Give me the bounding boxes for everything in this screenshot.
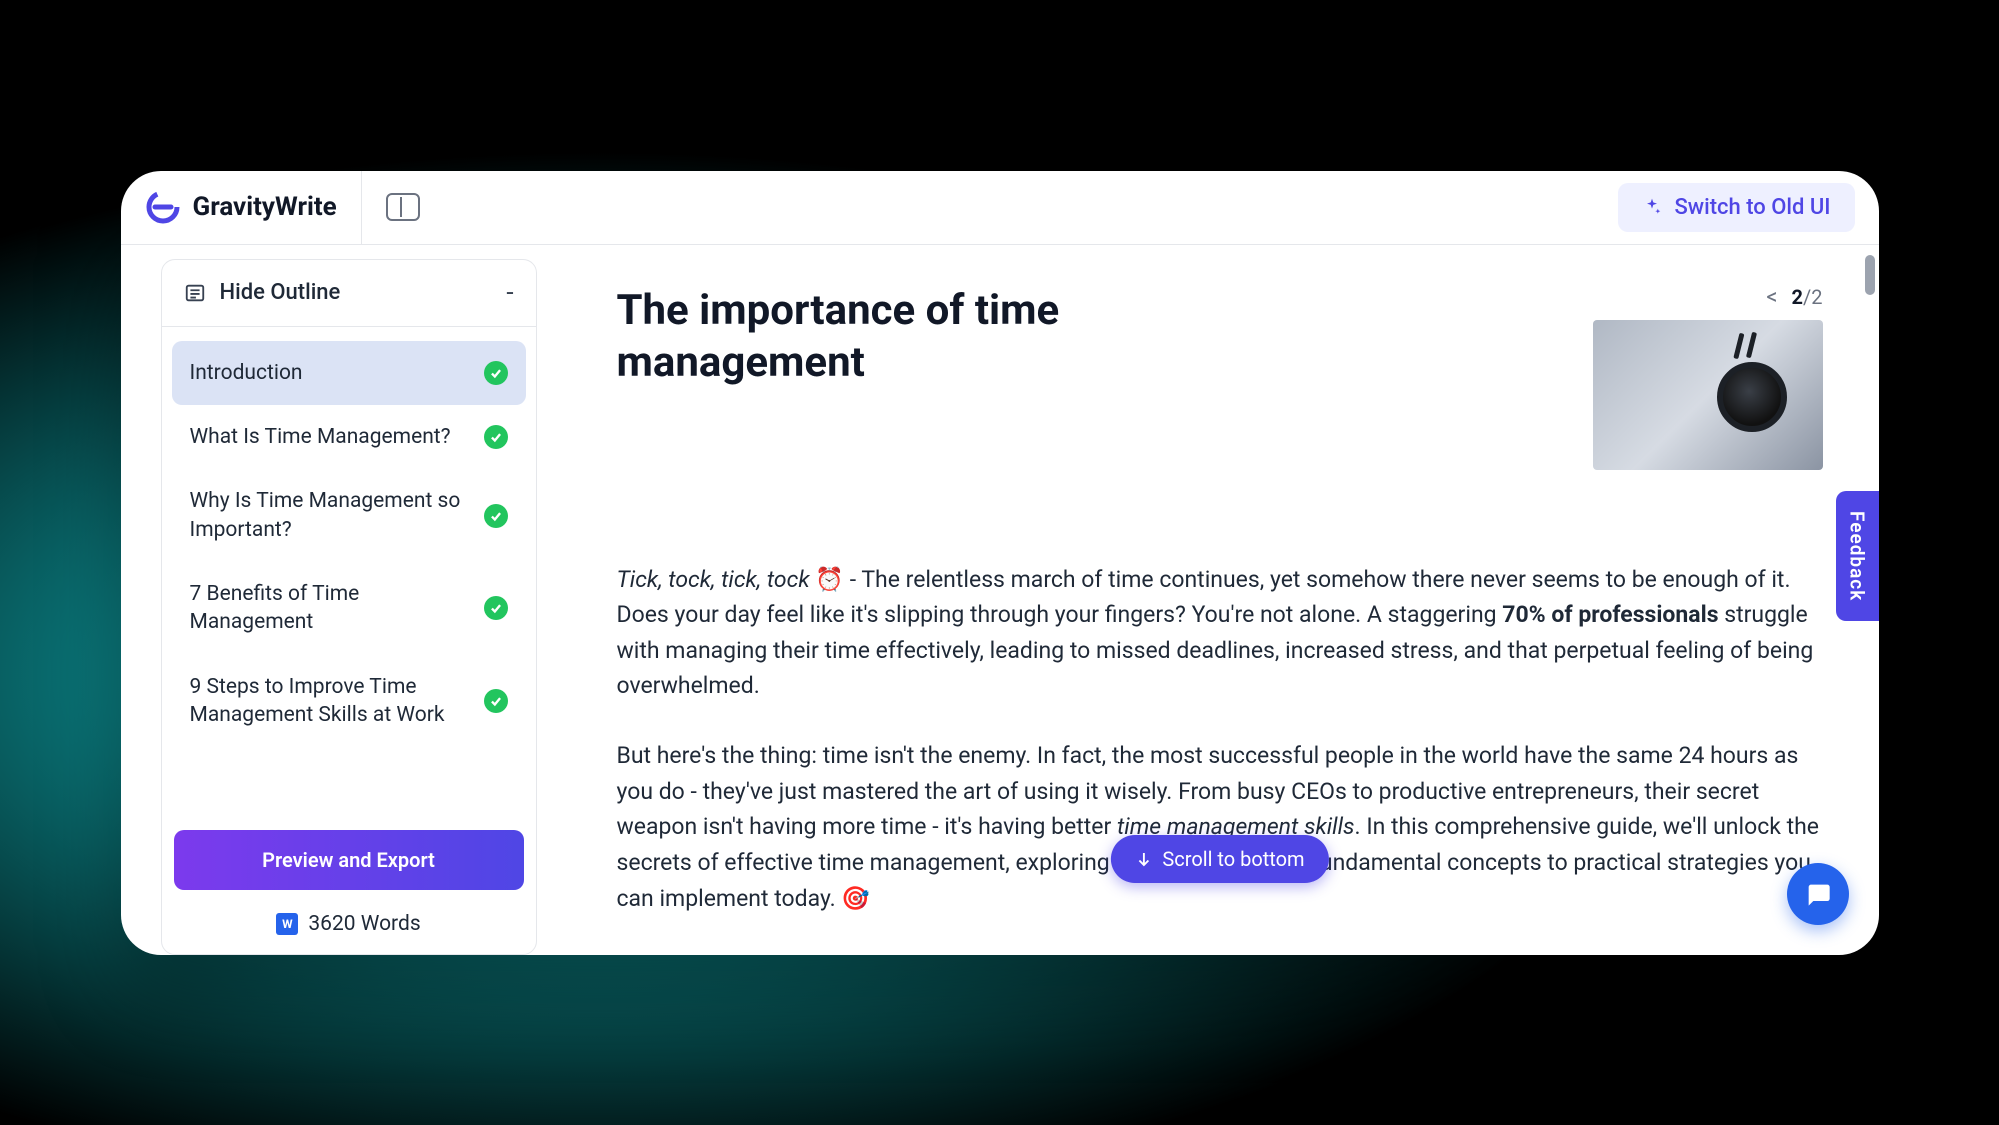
outline-item-whatis[interactable]: What Is Time Management? [172,405,526,469]
chat-fab-button[interactable] [1787,863,1849,925]
pager-total: /2 [1803,285,1823,309]
feedback-tab[interactable]: Feedback [1836,491,1879,621]
outline-item-introduction[interactable]: Introduction [172,341,526,405]
pager-current: 2 [1792,285,1803,309]
scroll-to-bottom-button[interactable]: Scroll to bottom [1110,835,1328,883]
word-doc-icon: W [276,913,298,935]
app-header: GravityWrite Switch to Old UI [121,171,1879,245]
check-icon [484,425,508,449]
word-count: W 3620 Words [162,898,536,954]
outline-item-steps[interactable]: 9 Steps to Improve Time Management Skill… [172,655,526,748]
sidebar: Hide Outline - Introduction What Is Time… [121,245,561,955]
outline-item-why[interactable]: Why Is Time Management so Important? [172,469,526,562]
switch-ui-label: Switch to Old UI [1674,195,1830,220]
switch-ui-button[interactable]: Switch to Old UI [1618,183,1854,232]
doc-header: The importance of time management < 2/2 [617,285,1823,470]
outline-list-icon [184,282,206,304]
brand-name: GravityWrite [193,192,337,222]
check-icon [484,689,508,713]
content-area: Hide Outline - Introduction What Is Time… [121,245,1879,955]
outline-item-benefits[interactable]: 7 Benefits of Time Management [172,562,526,655]
outline-panel: Hide Outline - Introduction What Is Time… [161,259,537,955]
collapse-icon: - [506,278,513,308]
page-title: The importance of time management [617,285,1257,390]
header-divider [361,171,362,245]
chat-icon [1804,880,1832,908]
layout-toggle-button[interactable] [386,193,420,221]
outline-header[interactable]: Hide Outline - [162,260,536,327]
hide-outline-label: Hide Outline [220,280,341,305]
preview-export-button[interactable]: Preview and Export [174,830,524,890]
hero-image[interactable] [1593,320,1823,470]
document-main: The importance of time management < 2/2 … [561,245,1879,955]
paragraph-2: But here's the thing: time isn't the ene… [617,738,1823,916]
brand[interactable]: GravityWrite [145,189,337,225]
sparkle-icon [1642,197,1662,217]
outline-list[interactable]: Introduction What Is Time Management? Wh… [162,327,536,820]
arrow-down-icon [1134,850,1152,868]
window-scrollbar-thumb[interactable] [1865,255,1875,295]
image-pager: < 2/2 [1766,285,1822,310]
word-count-value: 3620 Words [308,912,420,936]
app-window: GravityWrite Switch to Old UI [121,171,1879,955]
check-icon [484,361,508,385]
paragraph-1: Tick, tock, tick, tock ⏰ - The relentles… [617,562,1823,705]
hero-image-block: < 2/2 [1593,285,1823,470]
brand-logo-icon [145,189,181,225]
pager-prev-button[interactable]: < [1766,285,1777,310]
check-icon [484,504,508,528]
check-icon [484,596,508,620]
